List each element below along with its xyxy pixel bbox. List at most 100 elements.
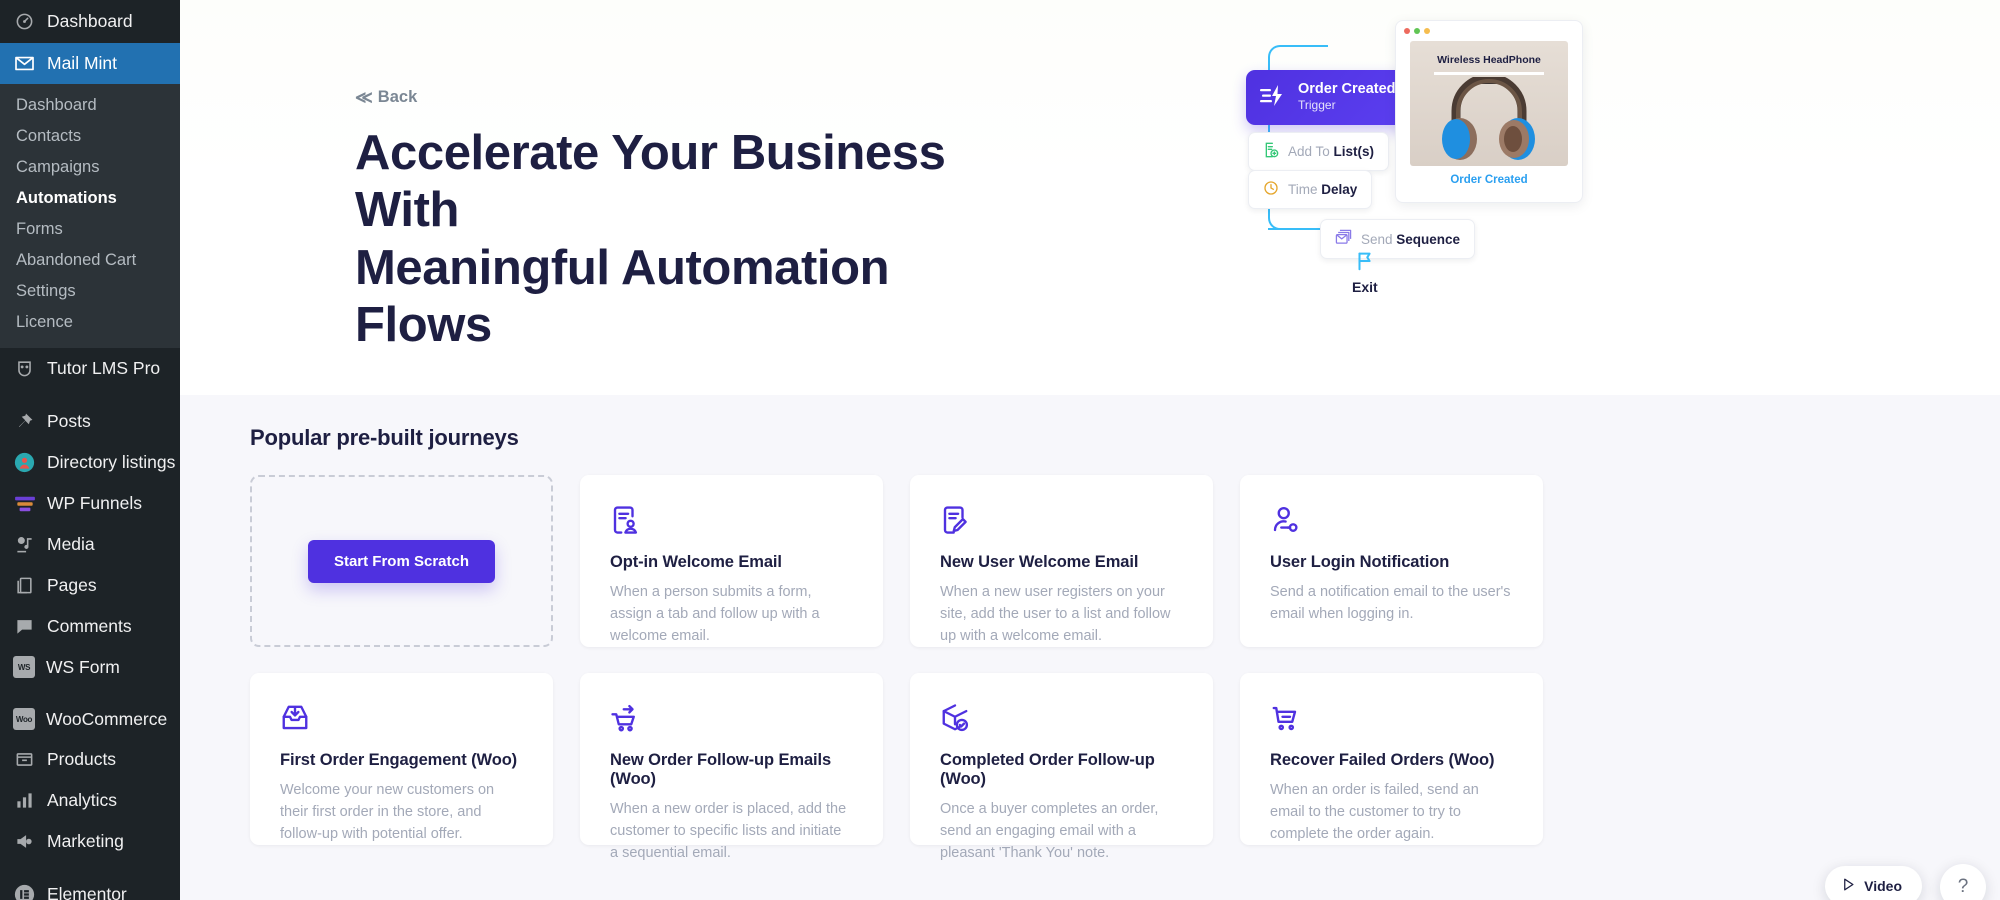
- video-label: Video: [1864, 878, 1902, 894]
- hero-section: ≪ Back Accelerate Your Business With Mea…: [180, 0, 2000, 395]
- opt-in-form-user-icon: [610, 505, 853, 535]
- node-label-strong: Sequence: [1396, 231, 1461, 247]
- sidebar-item-media[interactable]: Media: [0, 524, 180, 565]
- sidebar-item-label: Products: [47, 749, 117, 769]
- sidebar-item-dashboard[interactable]: Dashboard: [0, 0, 180, 43]
- flow-node-exit[interactable]: Exit: [1352, 250, 1378, 295]
- back-button[interactable]: ≪ Back: [355, 88, 417, 107]
- journey-card-title: User Login Notification: [1270, 553, 1450, 571]
- submenu-item-automations[interactable]: Automations: [0, 183, 180, 214]
- journeys-grid: Start From Scratch Opt-in Welcome Email …: [180, 475, 2000, 861]
- headphones-illustration: [1442, 77, 1535, 160]
- sidebar-item-posts[interactable]: Posts: [0, 401, 180, 442]
- sidebar-item-label: Analytics: [47, 790, 118, 810]
- journeys-section: Popular pre-built journeys Start From Sc…: [180, 395, 2000, 900]
- mail-icon: [13, 52, 36, 75]
- sidebar-item-marketing[interactable]: Marketing: [0, 821, 180, 862]
- add-to-list-icon: [1263, 142, 1279, 161]
- mail-mint-submenu: Dashboard Contacts Campaigns Automations…: [0, 84, 180, 348]
- journey-card-title: Opt-in Welcome Email: [610, 553, 782, 571]
- page-title-line1: Accelerate Your Business With: [355, 126, 946, 238]
- sidebar-item-pages[interactable]: Pages: [0, 565, 180, 606]
- journey-card-completed-order-follow-up[interactable]: Completed Order Follow-up (Woo) Once a b…: [910, 673, 1213, 861]
- journey-card-new-order-follow-up[interactable]: New Order Follow-up Emails (Woo) When a …: [580, 673, 883, 861]
- flow-node-time-delay[interactable]: Time Delay: [1248, 170, 1373, 209]
- submenu-item-dashboard[interactable]: Dashboard: [0, 90, 180, 121]
- journey-card-title: Recover Failed Orders (Woo): [1270, 751, 1495, 769]
- app-root: Dashboard Mail Mint Dashboard Contacts C…: [0, 0, 2000, 900]
- journey-card-description: Send a notification email to the user's …: [1270, 584, 1511, 622]
- page-title-line2: Meaningful Automation Flows: [355, 240, 890, 352]
- journey-card-new-user-welcome-email[interactable]: New User Welcome Email When a new user r…: [910, 475, 1213, 647]
- dashboard-icon: [13, 10, 36, 33]
- start-from-scratch-card[interactable]: Start From Scratch: [250, 475, 553, 647]
- product-title: Wireless HeadPhone: [1437, 54, 1541, 66]
- flow-node-send-sequence[interactable]: Send Sequence: [1320, 219, 1476, 259]
- sidebar-item-label: Marketing: [47, 831, 124, 851]
- woo-icon: Woo: [13, 708, 35, 730]
- journey-card-description: Welcome your new customers on their firs…: [280, 782, 495, 842]
- flow-node-add-to-list[interactable]: Add To List(s): [1248, 132, 1390, 171]
- journey-card-title: Completed Order Follow-up (Woo): [940, 751, 1155, 788]
- play-icon: [1841, 877, 1856, 895]
- node-label-prefix: Time: [1288, 182, 1322, 197]
- journey-card-user-login-notification[interactable]: User Login Notification Send a notificat…: [1240, 475, 1543, 647]
- sidebar-item-analytics[interactable]: Analytics: [0, 780, 180, 821]
- cart-minus-icon: [1270, 703, 1513, 733]
- start-from-scratch-button[interactable]: Start From Scratch: [307, 539, 496, 583]
- journey-card-title: New Order Follow-up Emails (Woo): [610, 751, 832, 788]
- sidebar-item-tutor-lms-pro[interactable]: Tutor LMS Pro: [0, 348, 180, 389]
- submenu-item-campaigns[interactable]: Campaigns: [0, 152, 180, 183]
- submenu-item-forms[interactable]: Forms: [0, 214, 180, 245]
- journey-card-opt-in-welcome-email[interactable]: Opt-in Welcome Email When a person submi…: [580, 475, 883, 647]
- node-label-strong: Delay: [1321, 182, 1358, 197]
- submenu-item-contacts[interactable]: Contacts: [0, 121, 180, 152]
- video-button[interactable]: Video: [1825, 866, 1922, 900]
- trigger-bolt-icon: [1260, 84, 1286, 111]
- product-image: Wireless HeadPhone: [1410, 41, 1568, 166]
- submenu-item-settings[interactable]: Settings: [0, 276, 180, 307]
- journey-card-title: New User Welcome Email: [940, 553, 1139, 571]
- sidebar-item-comments[interactable]: Comments: [0, 606, 180, 647]
- journeys-heading: Popular pre-built journeys: [250, 425, 519, 450]
- sidebar-item-label: WP Funnels: [47, 493, 142, 513]
- window-minimize-dot: [1414, 28, 1420, 34]
- window-maximize-dot: [1424, 28, 1430, 34]
- sidebar-item-label: Media: [47, 534, 95, 554]
- sidebar-item-ws-form[interactable]: WS WS Form: [0, 647, 180, 687]
- sidebar-divider-3: [0, 862, 180, 874]
- journey-card-description: When a person submits a form, assign a t…: [610, 584, 820, 644]
- node-label: Add To List(s): [1288, 144, 1374, 159]
- inbox-download-icon: [280, 703, 523, 733]
- sidebar-item-wp-funnels[interactable]: WP Funnels: [0, 483, 180, 524]
- window-close-dot: [1404, 28, 1410, 34]
- sidebar-item-directory-listings[interactable]: Directory listings: [0, 442, 180, 483]
- sidebar-item-woocommerce[interactable]: Woo WooCommerce: [0, 699, 180, 739]
- sidebar-item-products[interactable]: Products: [0, 739, 180, 780]
- sidebar-item-mail-mint[interactable]: Mail Mint: [0, 43, 180, 84]
- submenu-item-abandoned-cart[interactable]: Abandoned Cart: [0, 245, 180, 276]
- sidebar-item-label: Dashboard: [47, 11, 133, 31]
- product-divider: [1434, 72, 1544, 75]
- sidebar-item-elementor[interactable]: Elementor: [0, 874, 180, 900]
- node-label-strong: List(s): [1333, 144, 1375, 159]
- journey-card-first-order-engagement[interactable]: First Order Engagement (Woo) Welcome you…: [250, 673, 553, 845]
- pages-icon: [13, 574, 36, 597]
- flow-node-trigger[interactable]: Order Created Trigger: [1246, 70, 1414, 125]
- sidebar-item-label: Posts: [47, 411, 91, 431]
- directory-icon: [13, 451, 36, 474]
- sidebar-item-label: Comments: [47, 616, 132, 636]
- journey-card-description: When a new user registers on your site, …: [940, 584, 1171, 644]
- sidebar-item-label: Pages: [47, 575, 97, 595]
- help-button[interactable]: ?: [1940, 864, 1986, 900]
- elementor-icon: [13, 883, 36, 900]
- preview-caption: Order Created: [1450, 174, 1528, 186]
- node-label: Time Delay: [1288, 182, 1357, 197]
- journey-card-recover-failed-orders[interactable]: Recover Failed Orders (Woo) When an orde…: [1240, 673, 1543, 845]
- sidebar-item-label: Mail Mint: [47, 53, 118, 73]
- submenu-item-licence[interactable]: Licence: [0, 307, 180, 338]
- pin-icon: [13, 410, 36, 433]
- email-preview-card: Wireless HeadPhone Order Created: [1395, 20, 1583, 203]
- cart-arrow-icon: [610, 703, 853, 733]
- sidebar-item-label: Directory listings: [47, 452, 176, 472]
